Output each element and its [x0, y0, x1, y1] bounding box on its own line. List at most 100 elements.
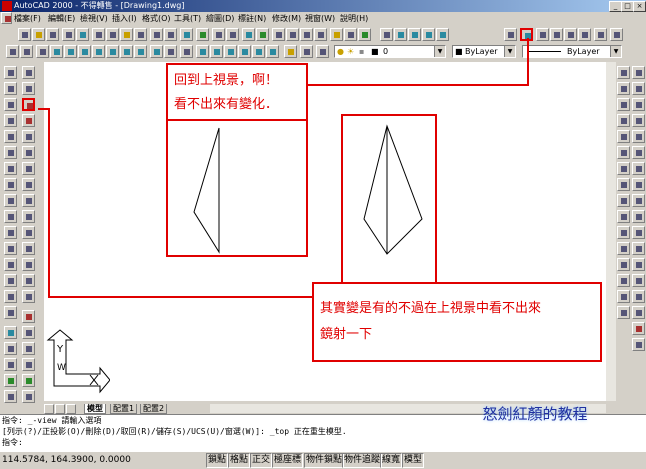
chamfer-icon[interactable]: [22, 274, 35, 287]
tab-next-icon[interactable]: [66, 404, 76, 414]
shade-icon[interactable]: [4, 374, 17, 387]
ellipse-icon[interactable]: [4, 210, 17, 223]
ucs-face-icon[interactable]: [64, 45, 77, 58]
view-iso-nw-icon[interactable]: [578, 28, 591, 41]
ucs-save-icon[interactable]: [266, 45, 279, 58]
zoom-previous-icon[interactable]: [314, 28, 327, 41]
tracking-icon[interactable]: [196, 28, 209, 41]
view-back-icon[interactable]: [408, 28, 421, 41]
view-iso-sw-icon[interactable]: [536, 28, 549, 41]
dim-angular-icon[interactable]: [632, 146, 645, 159]
pencil-icon[interactable]: [4, 342, 17, 355]
dim-misc-icon[interactable]: [632, 338, 645, 351]
zoom-window-icon[interactable]: [300, 28, 313, 41]
dim-continue-icon[interactable]: [632, 194, 645, 207]
ucs-zaxis-icon[interactable]: [238, 45, 251, 58]
tab-layout2[interactable]: 配置2: [140, 404, 168, 414]
pen-icon[interactable]: [22, 342, 35, 355]
view-right-icon[interactable]: [436, 28, 449, 41]
rotate-icon[interactable]: [22, 162, 35, 175]
close-button[interactable]: ×: [633, 1, 646, 12]
paste-icon[interactable]: [120, 28, 133, 41]
array-icon[interactable]: [22, 130, 35, 143]
ucs-x-icon[interactable]: [106, 45, 119, 58]
layer-dropdown[interactable]: ● ☀ ▪ ■ 0 ▼: [334, 45, 446, 58]
preview-icon[interactable]: [76, 28, 89, 41]
revcloud-icon[interactable]: [4, 178, 17, 191]
snap-intersection-icon[interactable]: [617, 114, 630, 127]
rect-icon[interactable]: [22, 326, 35, 339]
text-icon[interactable]: [4, 306, 17, 319]
pan-icon[interactable]: [272, 28, 285, 41]
snap-apparent-icon[interactable]: [617, 130, 630, 143]
snap-extension-icon[interactable]: [617, 146, 630, 159]
command-prompt[interactable]: 指令:: [0, 437, 646, 448]
solid-icon[interactable]: [22, 374, 35, 387]
view-left-icon[interactable]: [422, 28, 435, 41]
view-named-icon[interactable]: [380, 28, 393, 41]
cube-icon[interactable]: [4, 358, 17, 371]
circle-icon[interactable]: [4, 162, 17, 175]
dim-baseline-icon[interactable]: [632, 178, 645, 191]
menu-modify[interactable]: 修改(M): [272, 13, 301, 24]
snap-nearest-icon[interactable]: [617, 274, 630, 287]
redo-icon[interactable]: [164, 28, 177, 41]
dim-red-icon[interactable]: [632, 322, 645, 335]
dim-text-edit-icon[interactable]: [632, 274, 645, 287]
ucs-move-icon[interactable]: [252, 45, 265, 58]
make-block-icon[interactable]: [4, 242, 17, 255]
view-bottom-icon[interactable]: [504, 28, 517, 41]
construction-line-icon[interactable]: [4, 82, 17, 95]
menu-tools[interactable]: 工具(T): [174, 13, 201, 24]
sphere-icon[interactable]: [22, 390, 35, 403]
hyperlink-icon[interactable]: [180, 28, 193, 41]
snap-node-icon[interactable]: [617, 258, 630, 271]
vertical-scrollbar[interactable]: [606, 62, 616, 401]
ucs-rotate-icon[interactable]: [224, 45, 237, 58]
explode-icon[interactable]: [22, 310, 35, 323]
snap-from-icon[interactable]: [617, 66, 630, 79]
linetype-dropdown[interactable]: ByLayer ▼: [522, 45, 622, 58]
ucs-named-icon[interactable]: [180, 45, 193, 58]
status-polar[interactable]: 極座標: [272, 453, 304, 468]
menu-file[interactable]: 檔案(F): [14, 13, 41, 24]
rectangle-icon[interactable]: [4, 130, 17, 143]
break-icon[interactable]: [22, 258, 35, 271]
status-otrack[interactable]: 物件追蹤: [342, 453, 383, 468]
menu-draw[interactable]: 繪圖(D): [206, 13, 234, 24]
line-icon[interactable]: [4, 66, 17, 79]
status-grid[interactable]: 格點: [228, 453, 251, 468]
stretch-icon[interactable]: [22, 194, 35, 207]
ucs-axis-icon[interactable]: [196, 45, 209, 58]
offset-icon[interactable]: [22, 114, 35, 127]
scale-icon[interactable]: [22, 178, 35, 191]
save-icon[interactable]: [46, 28, 59, 41]
dim-tolerance-icon[interactable]: [632, 226, 645, 239]
box-icon[interactable]: [4, 326, 17, 339]
snap-midpoint-icon[interactable]: [617, 98, 630, 111]
layer-icon[interactable]: [316, 45, 329, 58]
point-icon[interactable]: [4, 258, 17, 271]
view-front-icon[interactable]: [394, 28, 407, 41]
menu-view[interactable]: 檢視(V): [80, 13, 108, 24]
cut-icon[interactable]: [92, 28, 105, 41]
region-icon[interactable]: [4, 290, 17, 303]
ucs-3point-icon[interactable]: [92, 45, 105, 58]
ucs-ortho-icon[interactable]: [210, 45, 223, 58]
new-icon[interactable]: [18, 28, 31, 41]
properties-icon[interactable]: [330, 28, 343, 41]
zoom-realtime-icon[interactable]: [286, 28, 299, 41]
ucs-world-icon[interactable]: [36, 45, 49, 58]
match-properties-icon[interactable]: [134, 28, 147, 41]
document-icon[interactable]: [1, 12, 12, 24]
extend-icon[interactable]: [22, 242, 35, 255]
snap-tangent-icon[interactable]: [617, 194, 630, 207]
ucs-z-icon[interactable]: [134, 45, 147, 58]
snap-perpendicular-icon[interactable]: [617, 210, 630, 223]
tab-model[interactable]: 模型: [84, 404, 106, 414]
trim-icon[interactable]: [22, 226, 35, 239]
dim-aligned-icon[interactable]: [632, 82, 645, 95]
erase-icon[interactable]: [22, 66, 35, 79]
open-icon[interactable]: [32, 28, 45, 41]
aerial-view-icon[interactable]: [256, 28, 269, 41]
